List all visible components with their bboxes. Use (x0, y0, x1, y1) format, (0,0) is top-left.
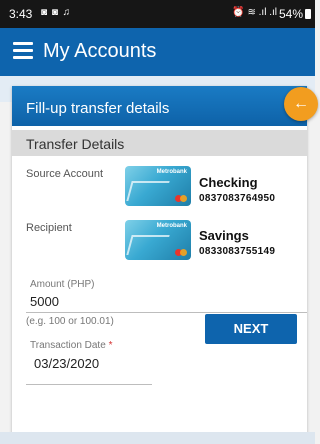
required-marker: * (108, 340, 113, 351)
battery-icon (305, 9, 311, 19)
amount-label: Amount (PHP) (30, 279, 95, 290)
mastercard-icon (175, 249, 187, 256)
building-graphic (126, 235, 170, 255)
next-button[interactable]: NEXT (205, 314, 297, 344)
signal-icons: ⏰ ≋ .ıl .ıl (232, 7, 277, 18)
bank-logo: Metrobank (156, 169, 187, 175)
amount-hint: (e.g. 100 or 100.01) (26, 316, 114, 327)
amount-input[interactable]: 5000 (30, 294, 59, 309)
transaction-date-label: Transaction Date * (30, 340, 112, 351)
back-arrow-glyph: ← (293, 95, 309, 112)
hamburger-menu-icon[interactable] (13, 42, 33, 60)
recipient-label: Recipient (26, 222, 72, 234)
notification-icons: ◙ ◙ ♫ (41, 7, 72, 18)
source-account-label: Source Account (26, 168, 104, 180)
card-header: Fill-up transfer details (12, 86, 307, 126)
section-header: Transfer Details (12, 130, 307, 156)
building-graphic (126, 181, 170, 201)
app-bar-title: My Accounts (43, 40, 157, 62)
bank-logo: Metrobank (156, 223, 187, 229)
transaction-date-label-text: Transaction Date (30, 340, 106, 351)
transfer-card: Fill-up transfer details Transfer Detail… (12, 86, 307, 444)
transaction-date-input[interactable]: 03/23/2020 (34, 356, 99, 371)
mastercard-icon (175, 195, 187, 202)
card-title: Fill-up transfer details (26, 100, 170, 117)
recipient-account-number: 0833083755149 (199, 246, 276, 257)
amount-underline (26, 312, 307, 313)
back-arrow-icon[interactable]: ← (284, 87, 318, 121)
recipient-card-image[interactable]: Metrobank (125, 220, 191, 260)
section-title: Transfer Details (26, 136, 125, 152)
recipient-account-type: Savings (199, 228, 249, 243)
app-bar: My Accounts (0, 28, 315, 76)
bottom-band (0, 432, 315, 444)
date-underline (26, 384, 152, 385)
source-account-type: Checking (199, 175, 258, 190)
source-card-image[interactable]: Metrobank (125, 166, 191, 206)
battery-percentage: 54% (278, 7, 303, 21)
status-time: 3:43 (9, 7, 33, 21)
status-bar: 3:43 ◙ ◙ ♫ ⏰ ≋ .ıl .ıl 54% (0, 0, 315, 28)
source-account-number: 0837083764950 (199, 193, 276, 204)
